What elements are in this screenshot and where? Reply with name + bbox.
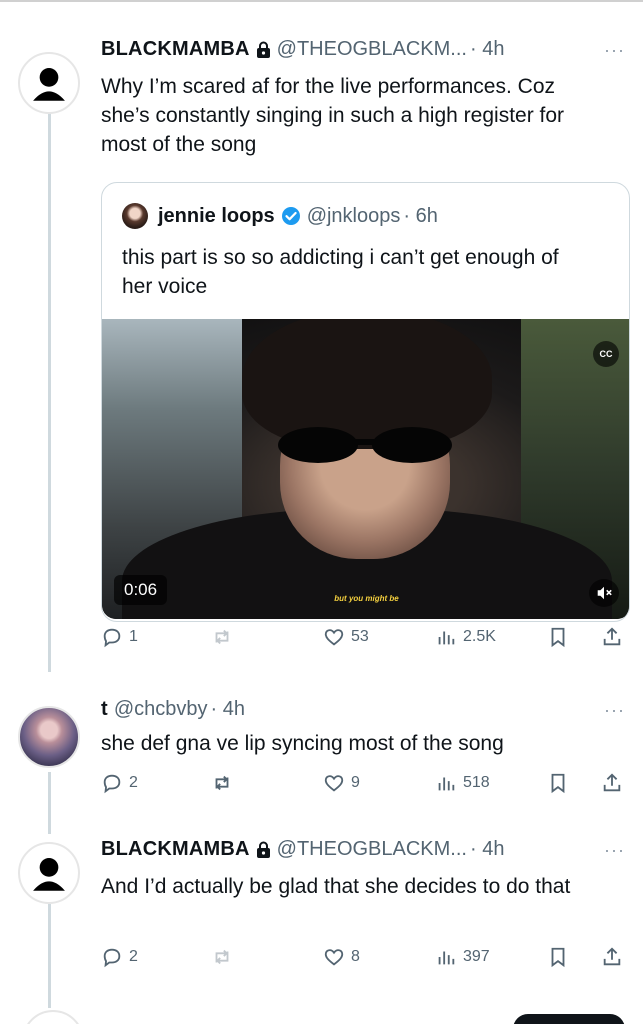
repost-icon — [215, 629, 229, 645]
tweet-header: t @chcbvby · 4h — [101, 698, 245, 721]
tweet-actions: 2 9 518 — [101, 772, 631, 802]
video-duration: 0:06 — [114, 575, 168, 605]
reply-count: 2 — [129, 948, 138, 965]
quoted-avatar[interactable] — [122, 203, 148, 229]
default-avatar-icon — [33, 68, 65, 101]
user-handle[interactable]: @chcbvby — [114, 698, 208, 721]
thread-line — [48, 772, 51, 834]
quoted-tweet[interactable]: jennie loops @jnkloops · 6h this part is… — [101, 182, 630, 622]
display-name[interactable]: t — [101, 698, 108, 721]
views-button[interactable]: 2.5K — [435, 626, 496, 648]
user-handle[interactable]: @THEOGBLACKM... — [277, 838, 467, 861]
reply-count: 2 — [129, 774, 138, 791]
share-icon — [603, 773, 621, 792]
like-button[interactable]: 53 — [323, 626, 369, 648]
thread-line — [48, 904, 51, 1008]
views-count: 518 — [463, 774, 490, 791]
user-handle[interactable]: @THEOGBLACKM... — [277, 38, 467, 61]
video-player[interactable]: CC but you might be 0:06 — [102, 319, 629, 619]
captions-icon[interactable]: CC — [593, 341, 619, 367]
top-divider — [0, 0, 643, 2]
lock-icon — [256, 841, 270, 858]
tweet-actions: 1 53 2.5K — [101, 626, 631, 656]
bookmark-icon — [551, 627, 565, 648]
timestamp[interactable]: · 4h — [470, 838, 504, 861]
floating-button[interactable] — [513, 1014, 625, 1024]
like-button[interactable]: 8 — [323, 946, 360, 968]
bookmark-icon — [551, 947, 565, 968]
timestamp[interactable]: · 4h — [470, 38, 504, 61]
views-icon — [438, 631, 455, 645]
views-button[interactable]: 518 — [435, 772, 490, 794]
share-icon — [603, 627, 621, 646]
default-avatar-icon — [33, 858, 65, 891]
views-icon — [438, 951, 455, 965]
repost-button[interactable] — [211, 626, 233, 648]
avatar[interactable] — [18, 52, 80, 114]
bookmark-button[interactable] — [547, 946, 569, 968]
like-count: 53 — [351, 628, 369, 645]
quoted-handle[interactable]: @jnkloops — [307, 205, 401, 228]
tweet-header: BLACKMAMBA @THEOGBLACKM... · 4h — [101, 838, 504, 861]
repost-icon — [215, 949, 229, 965]
share-button[interactable] — [601, 772, 623, 794]
heart-icon — [324, 775, 344, 792]
more-icon[interactable]: ··· — [604, 700, 625, 721]
share-icon — [603, 947, 621, 966]
tweet-actions: 2 8 397 — [101, 946, 631, 976]
quoted-header: jennie loops @jnkloops · 6h — [122, 203, 438, 229]
tweet-text: And I’d actually be glad that she decide… — [101, 875, 571, 898]
more-icon[interactable]: ··· — [604, 840, 625, 861]
video-subtitle: but you might be — [334, 594, 399, 603]
avatar[interactable] — [18, 842, 80, 904]
reply-count: 1 — [129, 628, 138, 645]
display-name[interactable]: BLACKMAMBA — [101, 38, 250, 61]
share-button[interactable] — [601, 626, 623, 648]
reply-icon — [103, 774, 121, 794]
like-count: 8 — [351, 948, 360, 965]
avatar[interactable] — [18, 706, 80, 768]
quoted-text: this part is so so addicting i can’t get… — [122, 246, 559, 298]
display-name[interactable]: BLACKMAMBA — [101, 838, 250, 861]
heart-icon — [324, 949, 344, 966]
video-figure — [278, 427, 452, 463]
share-button[interactable] — [601, 946, 623, 968]
reply-icon — [103, 948, 121, 968]
timestamp[interactable]: · 4h — [211, 698, 245, 721]
views-button[interactable]: 397 — [435, 946, 490, 968]
bookmark-icon — [551, 773, 565, 794]
tweet-text: Why I’m scared af for the live performan… — [101, 75, 565, 156]
reply-button[interactable]: 1 — [101, 626, 138, 648]
mute-icon[interactable] — [589, 579, 619, 607]
thread-line — [48, 112, 51, 672]
tweet-header: BLACKMAMBA @THEOGBLACKM... · 4h — [101, 38, 504, 61]
more-icon[interactable]: ··· — [604, 40, 625, 61]
views-icon — [438, 777, 455, 791]
like-button[interactable]: 9 — [323, 772, 360, 794]
verified-icon — [281, 207, 300, 225]
views-count: 2.5K — [463, 628, 496, 645]
reply-button[interactable]: 2 — [101, 946, 138, 968]
lock-icon — [256, 41, 270, 58]
avatar[interactable] — [22, 1010, 84, 1024]
reply-icon — [103, 628, 121, 648]
quoted-display-name[interactable]: jennie loops — [158, 205, 275, 228]
quoted-timestamp[interactable]: · 6h — [403, 205, 437, 228]
views-count: 397 — [463, 948, 490, 965]
tweet-text: she def gna ve lip syncing most of the s… — [101, 732, 504, 755]
heart-icon — [324, 629, 344, 646]
repost-icon — [215, 775, 229, 791]
bookmark-button[interactable] — [547, 772, 569, 794]
repost-button[interactable] — [211, 772, 233, 794]
reply-button[interactable]: 2 — [101, 772, 138, 794]
like-count: 9 — [351, 774, 360, 791]
default-avatar-icon — [24, 1012, 84, 1024]
repost-button[interactable] — [211, 946, 233, 968]
bookmark-button[interactable] — [547, 626, 569, 648]
